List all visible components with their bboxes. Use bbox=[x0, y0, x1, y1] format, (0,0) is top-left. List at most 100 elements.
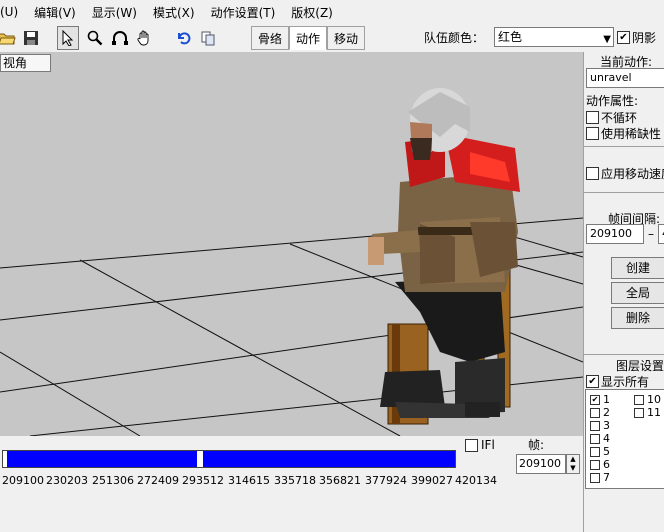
menu-item-action-settings[interactable]: 动作设置(T) bbox=[203, 4, 284, 21]
layer-check[interactable] bbox=[634, 394, 644, 405]
layer-item[interactable]: 7 bbox=[590, 471, 610, 484]
tick-label: 335718 bbox=[274, 474, 316, 487]
pan-hand-icon[interactable] bbox=[133, 26, 155, 50]
show-all-label: 显示所有 bbox=[601, 375, 650, 389]
action-panel: 当前动作: unravel 动作属性: 不循环 使用稀缺性 应用移动速度 帧间间… bbox=[583, 52, 664, 532]
tick-label: 356821 bbox=[319, 474, 361, 487]
menu-item-edit[interactable]: 编辑(V) bbox=[26, 4, 84, 21]
menu-item-mode[interactable]: 模式(X) bbox=[145, 4, 203, 21]
frame-interval-dash: – bbox=[648, 227, 654, 241]
layer-settings-label: 图层设置 bbox=[616, 359, 664, 373]
character-model bbox=[368, 88, 520, 425]
layer-label: 7 bbox=[603, 471, 610, 484]
tick-label: 230203 bbox=[46, 474, 88, 487]
tab-strip: 骨络 动作 移动 bbox=[251, 26, 366, 50]
zoom-icon[interactable] bbox=[84, 26, 106, 50]
layer-list[interactable]: ✔ 1 2 3 4 5 6 7 10 11 bbox=[585, 389, 664, 489]
action-props-label: 动作属性: bbox=[586, 94, 639, 108]
view-angle-button[interactable]: 视角 bbox=[0, 54, 51, 72]
layer-label: 3 bbox=[603, 419, 610, 432]
menu-item-copyright[interactable]: 版权(Z) bbox=[283, 4, 341, 21]
shadow-check-box[interactable]: ✔ bbox=[617, 31, 630, 44]
layer-label: 10 bbox=[647, 393, 661, 406]
tick-label: 251306 bbox=[92, 474, 134, 487]
no-loop-check-box[interactable] bbox=[586, 111, 599, 124]
menu-bar: (U) 编辑(V) 显示(W) 模式(X) 动作设置(T) 版权(Z) bbox=[0, 0, 664, 24]
frame-spinner[interactable]: ▲ ▼ bbox=[566, 454, 580, 474]
use-rarity-check-box[interactable] bbox=[586, 127, 599, 140]
layer-item[interactable]: 2 bbox=[590, 406, 610, 419]
divider bbox=[584, 192, 664, 193]
menu-item-unknown[interactable]: (U) bbox=[0, 5, 26, 19]
divider bbox=[584, 146, 664, 147]
divider bbox=[584, 354, 664, 355]
apply-move-speed-check-box[interactable] bbox=[586, 167, 599, 180]
layer-label: 2 bbox=[603, 406, 610, 419]
model-viewport[interactable]: 视角 bbox=[0, 52, 583, 436]
frame-label: 帧: bbox=[528, 438, 545, 452]
menu-item-display[interactable]: 显示(W) bbox=[84, 4, 145, 21]
ifl-check-box[interactable] bbox=[465, 438, 478, 452]
layer-check[interactable] bbox=[590, 420, 600, 431]
layer-check[interactable] bbox=[590, 459, 600, 470]
save-icon[interactable] bbox=[20, 26, 42, 50]
timeline-area: 209100 230203 251306 272409 293512 31461… bbox=[0, 436, 583, 532]
layer-check[interactable]: ✔ bbox=[590, 394, 600, 405]
use-rarity-label: 使用稀缺性 bbox=[601, 127, 662, 141]
team-color-select[interactable]: 红色 ▼ bbox=[494, 27, 614, 47]
layer-item[interactable]: 10 bbox=[634, 393, 661, 406]
tick-label: 399027 bbox=[411, 474, 453, 487]
layer-item[interactable]: ✔ 1 bbox=[590, 393, 610, 406]
layer-check[interactable] bbox=[590, 433, 600, 444]
layer-item[interactable]: 6 bbox=[590, 458, 610, 471]
frame-interval-end[interactable]: 4 bbox=[658, 224, 664, 244]
layer-check[interactable] bbox=[634, 407, 644, 418]
apply-move-speed-checkbox[interactable]: 应用移动速度 bbox=[586, 165, 664, 182]
create-button[interactable]: 创建 bbox=[611, 257, 664, 279]
team-color-label: 队伍颜色： bbox=[424, 31, 485, 45]
show-all-check-box[interactable]: ✔ bbox=[586, 375, 599, 388]
ifl-label: IFl bbox=[481, 438, 495, 452]
delete-button[interactable]: 删除 bbox=[611, 307, 664, 329]
timeline-bar[interactable] bbox=[2, 450, 456, 468]
open-folder-icon[interactable] bbox=[0, 26, 18, 50]
frame-interval-start[interactable]: 209100 bbox=[586, 224, 644, 244]
tick-label: 377924 bbox=[365, 474, 407, 487]
current-action-field[interactable]: unravel bbox=[586, 68, 664, 88]
timeline-ticks: 209100 230203 251306 272409 293512 31461… bbox=[0, 474, 500, 488]
undo-icon[interactable] bbox=[173, 26, 195, 50]
layer-label: 5 bbox=[603, 445, 610, 458]
layer-check[interactable] bbox=[590, 472, 600, 483]
tab-animation[interactable]: 动作 bbox=[289, 26, 328, 50]
layer-item[interactable]: 4 bbox=[590, 432, 610, 445]
layer-item[interactable]: 5 bbox=[590, 445, 610, 458]
shadow-label: 阴影 bbox=[632, 31, 657, 45]
tab-skeleton[interactable]: 骨络 bbox=[251, 26, 290, 50]
tick-label: 420134 bbox=[455, 474, 497, 487]
shadow-checkbox[interactable]: ✔ 阴影 bbox=[617, 29, 656, 46]
layer-label: 6 bbox=[603, 458, 610, 471]
team-color-value: 红色 bbox=[498, 30, 523, 44]
use-rarity-checkbox[interactable]: 使用稀缺性 bbox=[586, 125, 661, 142]
frame-input[interactable]: 209100 bbox=[516, 454, 566, 474]
layer-item[interactable]: 3 bbox=[590, 419, 610, 432]
layer-label: 1 bbox=[603, 393, 610, 406]
layer-item[interactable]: 11 bbox=[634, 406, 661, 419]
copy-icon[interactable] bbox=[197, 26, 219, 50]
rotate-icon[interactable] bbox=[109, 26, 131, 50]
select-arrow-icon[interactable] bbox=[57, 26, 79, 50]
global-button[interactable]: 全局 bbox=[611, 282, 664, 304]
ifl-checkbox[interactable]: IFl bbox=[465, 438, 495, 452]
layer-label: 11 bbox=[647, 406, 661, 419]
layer-check[interactable] bbox=[590, 407, 600, 418]
no-loop-label: 不循环 bbox=[601, 111, 638, 125]
layer-check[interactable] bbox=[590, 446, 600, 457]
chevron-down-icon: ▼ bbox=[603, 34, 611, 45]
apply-move-speed-label: 应用移动速度 bbox=[601, 167, 664, 181]
tick-label: 209100 bbox=[2, 474, 44, 487]
tab-movement[interactable]: 移动 bbox=[327, 26, 366, 50]
show-all-checkbox[interactable]: ✔ 显示所有 bbox=[586, 373, 649, 390]
layer-label: 4 bbox=[603, 432, 610, 445]
timeline-marker[interactable] bbox=[197, 451, 203, 467]
no-loop-checkbox[interactable]: 不循环 bbox=[586, 109, 637, 126]
